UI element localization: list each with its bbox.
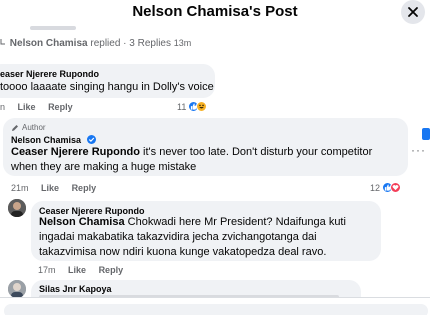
comment-text: Ceaser Njerere Rupondo it's never too la…	[11, 145, 396, 175]
comment-text: Nelson Chamisa Chokwadi here Mr Presiden…	[39, 215, 374, 260]
dialog-header: Nelson Chamisa's Post	[0, 0, 430, 24]
close-icon	[408, 7, 418, 17]
reply-button[interactable]: Reply	[99, 265, 124, 275]
comment-author-name: Nelson Chamisa	[11, 135, 82, 145]
replies-toggle[interactable]: Nelson Chamisa replied · 3 Replies 13m	[0, 38, 191, 49]
love-reaction-icon	[390, 182, 402, 193]
comment-time: 21m	[11, 183, 29, 193]
comment-bubble: Ceaser Njerere Rupondo Nelson Chamisa Ch…	[31, 201, 381, 261]
laugh-reaction-icon	[196, 101, 208, 112]
mention-link[interactable]: Nelson Chamisa	[39, 216, 125, 228]
comment-actions: 17m Like Reply	[38, 265, 133, 275]
comment-actions: n Like Reply	[0, 102, 83, 112]
comment-author[interactable]: Nelson Chamisa	[11, 135, 96, 145]
verified-badge-icon	[86, 135, 96, 144]
replied-author: Nelson Chamisa	[9, 38, 88, 49]
comment-composer-bar	[0, 297, 430, 315]
mention-link[interactable]: Ceaser Njerere Rupondo	[11, 146, 140, 158]
avatar[interactable]	[8, 280, 26, 298]
like-button[interactable]: Like	[41, 183, 59, 193]
comment-time: n	[0, 102, 6, 112]
comment-time: 17m	[38, 265, 56, 275]
reaction-count: 11	[177, 101, 187, 112]
pen-icon	[12, 124, 18, 131]
comment-author[interactable]: Silas Jnr Kapoya	[39, 284, 112, 294]
previous-comment-fragment	[0, 24, 430, 34]
reply-button[interactable]: Reply	[72, 183, 97, 193]
close-button[interactable]	[401, 0, 425, 24]
reply-button[interactable]: Reply	[48, 102, 73, 112]
comment-bubble: Author Nelson Chamisa Ceaser Njerere Rup…	[3, 118, 408, 176]
more-options-icon[interactable]: ···	[411, 143, 426, 157]
page-title: Nelson Chamisa's Post	[132, 3, 298, 20]
like-button[interactable]: Like	[18, 102, 36, 112]
side-panel-edge	[422, 128, 430, 140]
reaction-summary[interactable]: 11	[177, 101, 208, 112]
comment-author[interactable]: easer Njerere Rupondo	[0, 69, 99, 79]
author-badge-label: Author	[22, 123, 46, 132]
replied-time: 13m	[173, 38, 192, 48]
like-button[interactable]: Like	[68, 265, 86, 275]
reaction-summary[interactable]: 12	[370, 182, 402, 193]
comment-bubble: easer Njerere Rupondo toooo laaaate sing…	[0, 64, 215, 98]
comment-actions: 21m Like Reply	[11, 183, 106, 193]
reply-arrow-icon	[0, 39, 5, 45]
replied-count: replied · 3 Replies	[90, 38, 171, 49]
comment-input[interactable]	[4, 304, 428, 315]
reaction-count: 12	[370, 182, 381, 193]
author-badge: Author	[11, 123, 46, 132]
comment-text: toooo laaaate singing hangu in Dolly's v…	[0, 81, 214, 93]
avatar[interactable]	[8, 199, 26, 217]
